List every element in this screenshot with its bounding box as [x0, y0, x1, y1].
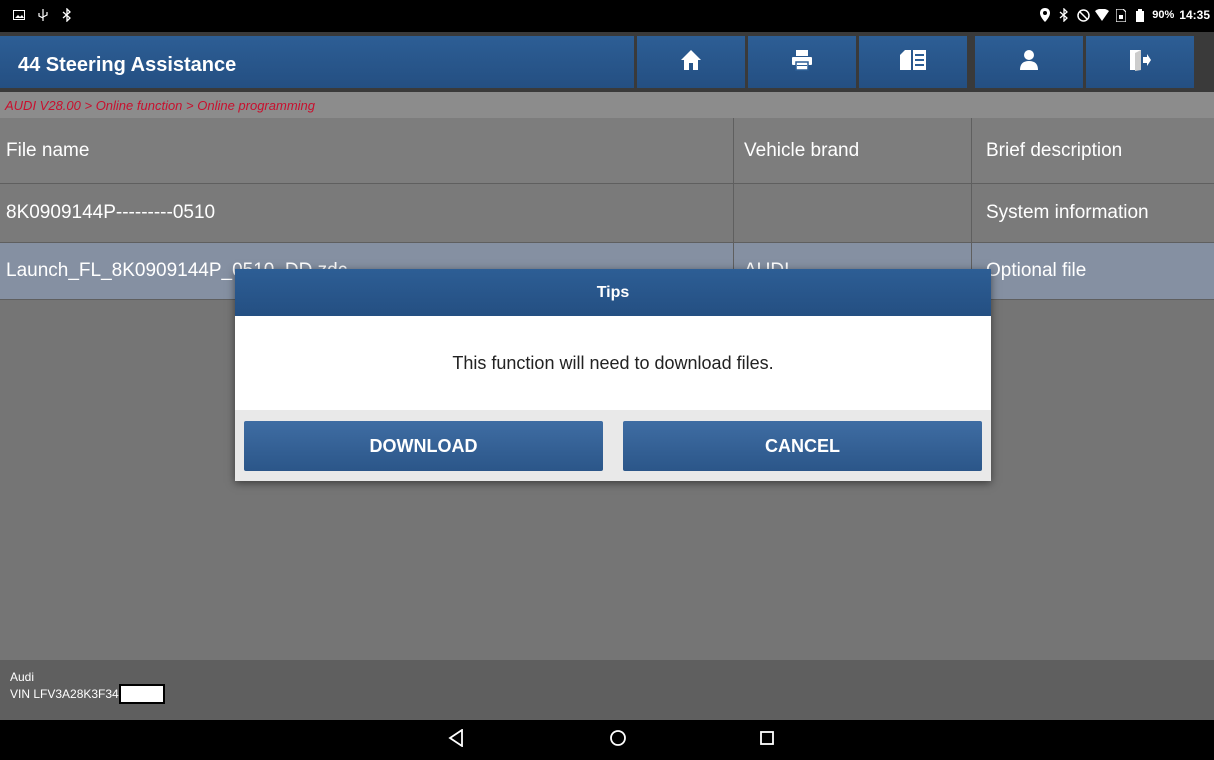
location-icon: [1038, 7, 1052, 23]
table-row[interactable]: 8K0909144P---------0510 System informati…: [0, 184, 1214, 243]
dialog-message: This function will need to download file…: [452, 352, 774, 373]
home-icon: [680, 49, 702, 76]
breadcrumb: AUDI V28.00 > Online function > Online p…: [0, 92, 1214, 118]
print-icon: [791, 49, 813, 76]
home-nav-button[interactable]: [606, 728, 630, 752]
table-header-row: File name Vehicle brand Brief descriptio…: [0, 118, 1214, 184]
vehicle-make: Audi: [10, 670, 35, 684]
status-right: 90% 14:35: [1038, 7, 1210, 23]
brief-description-cell: System information: [986, 202, 1149, 223]
page-title: 44 Steering Assistance: [18, 54, 237, 76]
battery-level: 90%: [1152, 9, 1175, 21]
recents-icon: [759, 730, 775, 751]
download-button[interactable]: DOWNLOAD: [244, 421, 603, 471]
back-button[interactable]: [444, 727, 468, 752]
bluetooth-icon: [60, 7, 74, 23]
recents-button[interactable]: [755, 728, 779, 752]
header-title-area: 44 Steering Assistance: [0, 36, 634, 88]
column-header-brief-description: Brief description: [986, 139, 1123, 161]
vehicle-brand-cell: [734, 184, 972, 242]
breadcrumb-text: AUDI V28.00 > Online function > Online p…: [5, 98, 316, 113]
battery-icon: [1133, 7, 1147, 23]
wifi-icon: [1095, 7, 1110, 23]
usb-icon: [36, 7, 50, 23]
back-icon: [448, 727, 464, 752]
home-circle-icon: [609, 729, 627, 752]
column-header-file-name: File name: [0, 118, 734, 183]
cancel-button[interactable]: CANCEL: [623, 421, 982, 471]
brief-description-cell: Optional file: [986, 260, 1087, 281]
clock: 14:35: [1179, 8, 1210, 22]
navigation-bar: [0, 720, 1214, 760]
user-icon: [1019, 49, 1039, 76]
column-header-vehicle-brand: Vehicle brand: [734, 118, 972, 183]
exit-icon: [1129, 49, 1151, 76]
status-left: [12, 7, 74, 23]
sim-icon: [1114, 7, 1128, 23]
vin-text: VIN LFV3A28K3F34: [10, 687, 119, 701]
file-name-cell: 8K0909144P---------0510: [0, 184, 734, 242]
vin-line: VIN LFV3A28K3F34: [10, 684, 165, 704]
vin-redaction-box: [118, 684, 165, 704]
print-button[interactable]: [748, 36, 856, 88]
status-bar: 90% 14:35: [0, 0, 1214, 32]
vehicle-info-bar: Audi VIN LFV3A28K3F34: [0, 660, 1214, 720]
app-header: 44 Steering Assistance: [0, 32, 1214, 92]
image-notification-icon: [12, 7, 26, 23]
bluetooth-status-icon: [1057, 7, 1071, 23]
dialog-title: Tips: [235, 269, 991, 316]
dialog-button-bar: DOWNLOAD CANCEL: [235, 410, 991, 481]
do-not-disturb-icon: [1076, 7, 1090, 23]
tips-dialog: Tips This function will need to download…: [235, 269, 991, 481]
report-button[interactable]: [859, 36, 967, 88]
exit-button[interactable]: [1086, 36, 1194, 88]
home-button[interactable]: [637, 36, 745, 88]
report-icon: [899, 49, 927, 76]
user-button[interactable]: [975, 36, 1083, 88]
